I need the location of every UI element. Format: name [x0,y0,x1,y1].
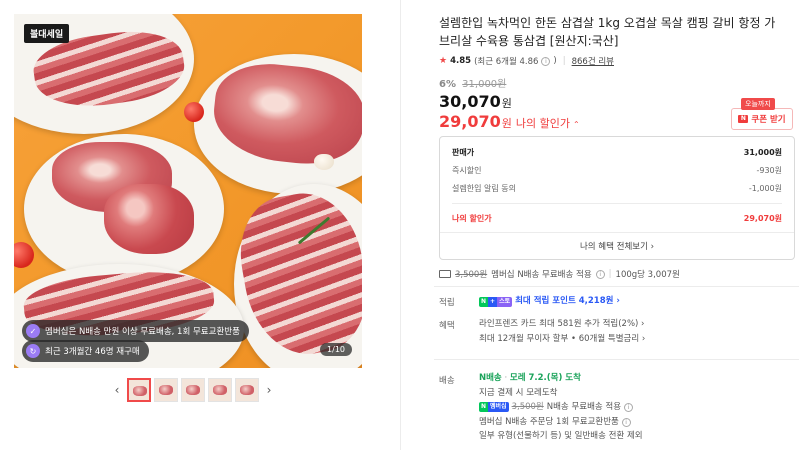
separator: | [608,269,612,279]
coupon-label: 쿠폰 받기 [751,115,786,125]
rating-row: ★ 4.85 (최근 6개월 4.86 i) | 866건 리뷰 [439,55,789,67]
benefit-card-line[interactable]: 라인프렌즈 카드 최대 581원 추가 적립(2%) › [479,317,645,332]
badge-store: 스토 [497,296,513,307]
benefit-installment-line[interactable]: 최대 12개월 무이자 할부 • 60개월 특별금리 › [479,332,645,347]
repurchase-chip: ↻ 최근 3개월간 46명 재구매 [22,340,149,362]
badge-n: N [479,402,489,413]
breakdown-divider [452,203,782,204]
section-divider [434,286,799,287]
rating-close-paren: ) [553,56,557,66]
product-title: 설렘한입 녹차먹인 한돈 삼겹살 1kg 오겹살 목살 캠핑 갈비 항정 가브리… [439,16,776,48]
my-price: 29,070 [439,112,501,131]
review-count-link[interactable]: 866건 리뷰 [572,55,614,67]
breakdown-value: -930원 [756,166,782,175]
membership-icon: ✓ [26,324,40,338]
my-price-label: 나의 할인가 [515,117,570,130]
unit-price: 100g당 3,007원 [615,270,680,280]
rating-score: 4.85 [450,56,472,66]
sale-price-unit: 원 [501,97,512,110]
points-body: N + 스토 최대 적립 포인트 4,218원 › [479,294,620,309]
naver-plus-badge: N + 스토 [479,296,513,307]
product-info-panel: 설렘한입 녹차먹인 한돈 삼겹살 1kg 오겹살 목살 캠핑 갈비 항정 가브리… [434,14,799,441]
delivery-exclusion-line: 일부 유형(선물하기 등) 및 일반배송 전환 제외 [479,431,643,441]
info-icon[interactable]: i [541,56,551,66]
breakdown-label: 판매가 [452,148,475,157]
delivery-strike-price: 3,500원 [511,402,544,412]
breakdown-total-value: 29,070원 [743,214,782,223]
section-divider [434,359,799,360]
benefits-body: 라인프렌즈 카드 최대 581원 추가 적립(2%) › 최대 12개월 무이자… [479,317,645,347]
original-price: 31,000원 [462,79,507,90]
breakdown-total-row: 나의 할인가 29,070원 [452,213,782,224]
image-counter: 1/10 [320,343,352,356]
breakdown-total-label: 나의 할인가 [452,214,492,223]
badge-plus: + [488,296,498,307]
delivery-arrival-line: N배송 · 모레 7.2.(목) 도착 [479,371,643,386]
garlic [314,154,334,170]
rating-recent: (최근 6개월 4.86 [474,57,539,67]
shipping-summary: 3,500원 멤버십 N배송 무료배송 적용 i | 100g당 3,007원 [439,268,680,280]
breakdown-value: 31,000원 [743,148,782,157]
breakdown-label: 즉시할인 [452,166,482,175]
points-text: 최대 적립 포인트 4,218원 › [515,296,620,306]
tomato-2 [184,102,204,122]
delivery-return-line: 멤버십 N배송 주문당 1회 무료교환반품 i [479,415,643,430]
view-all-benefits-button[interactable]: 나의 혜택 전체보기 › [440,232,794,259]
repurchase-icon: ↻ [26,344,40,358]
thumbnail-2[interactable] [154,378,178,402]
points-label: 적립 [439,298,455,308]
thumbnail-1[interactable] [127,378,151,402]
coupon-deadline-tag: 오늘까지 [741,98,775,110]
discount-percent: 6% [439,79,456,90]
breakdown-row: 설렘한입 알림 동의 -1,000원 [452,183,782,194]
info-icon[interactable]: i [595,269,605,279]
benefits-label: 혜택 [439,321,455,331]
thumbnail-3[interactable] [181,378,205,402]
product-main-image[interactable]: 볼대세일 ✓ 멤버십은 N배송 만원 이상 무료배송, 1회 무료교환반품 ↻ … [14,14,362,368]
delivery-payment-line: 지금 결제 시 모레도착 [479,387,558,398]
column-divider [400,0,401,450]
chevron-left-icon[interactable]: ‹ [110,383,124,397]
repurchase-chip-text: 최근 3개월간 46명 재구매 [45,347,140,357]
membership-chip: ✓ 멤버십은 N배송 만원 이상 무료배송, 1회 무료교환반품 [22,320,249,342]
delivery-label: 배송 [439,376,455,386]
n-delivery-brand: N배송 [479,373,502,383]
sale-price: 30,070 [439,92,501,111]
delivery-return-text: 멤버십 N배송 주문당 1회 무료교환반품 [479,416,619,427]
coupon: 오늘까지 N 쿠폰 받기 [731,98,793,130]
thumbnail-5[interactable] [235,378,259,402]
coupon-button[interactable]: N 쿠폰 받기 [731,108,793,130]
price-breakdown-box: 판매가 31,000원 즉시할인 -930원 설렘한입 알림 동의 -1,000… [439,136,795,260]
points-line[interactable]: N + 스토 최대 적립 포인트 4,218원 › [479,294,620,309]
shipping-text: 멤버십 N배송 무료배송 적용 [491,270,592,280]
info-icon[interactable]: i [624,402,634,412]
badge-n: N [479,296,489,307]
thumbnail-4[interactable] [208,378,232,402]
info-icon[interactable]: i [621,417,631,427]
delivery-free-text: N배송 무료배송 적용 [546,402,622,412]
breakdown-row: 판매가 31,000원 [452,147,782,158]
discount-row: 6% 31,000원 [439,75,789,90]
my-price-unit: 원 [501,117,512,130]
brand-badge: 볼대세일 [24,24,70,43]
truck-icon [439,270,451,278]
separator: | [562,56,566,66]
chevron-up-icon: ⌃ [572,120,580,129]
meat-neck-steak-2 [104,184,194,254]
membership-chip-text: 멤버십은 N배송 만원 이상 무료배송, 1회 무료교환반품 [45,327,240,337]
breakdown-label: 설렘한입 알림 동의 [452,184,516,193]
thumbnail-strip: ‹ › [110,378,276,402]
breakdown-row: 즉시할인 -930원 [452,165,782,176]
delivery-arrival-text: 모레 7.2.(목) 도착 [509,373,581,383]
delivery-membership-line: N 멤버십 3,500원 N배송 무료배송 적용 i [479,400,643,415]
tomato-1 [14,242,34,268]
badge-membership: 멤버십 [488,402,509,413]
shipping-strike-price: 3,500원 [455,270,488,280]
membership-badge: N 멤버십 [479,402,509,413]
coupon-icon: N [738,115,749,123]
breakdown-value: -1,000원 [748,184,782,193]
chevron-right-icon[interactable]: › [262,383,276,397]
star-icon: ★ [439,56,448,66]
delivery-body: N배송 · 모레 7.2.(목) 도착 지금 결제 시 모레도착 N 멤버십 3… [479,371,643,444]
